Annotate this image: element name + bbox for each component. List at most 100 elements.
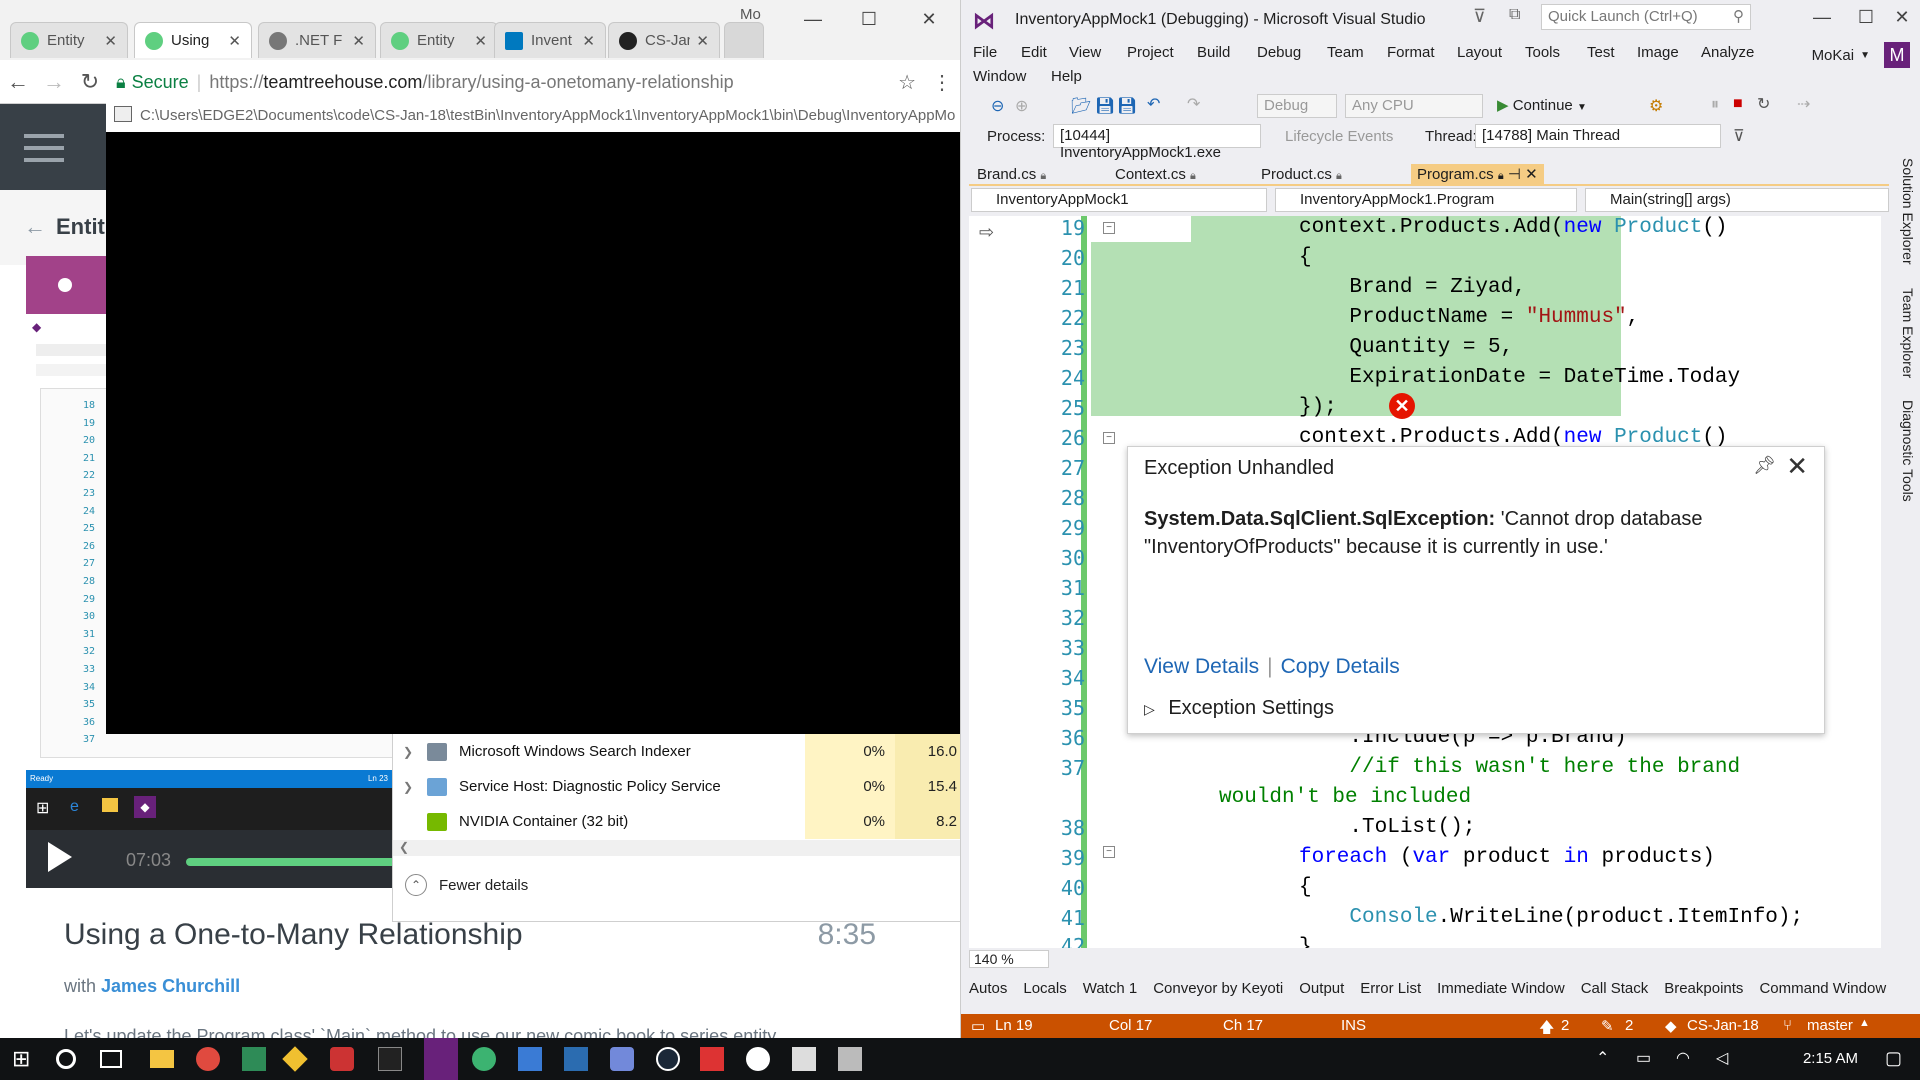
- feedback-icon[interactable]: ⧉: [1509, 6, 1520, 24]
- open-file-icon[interactable]: 📂︎: [1071, 96, 1091, 116]
- horizontal-scrollbar[interactable]: ❮: [393, 840, 960, 856]
- chrome-tab-6[interactable]: CS-Jan ✕: [608, 22, 720, 58]
- app-window-icon[interactable]: [564, 1047, 588, 1071]
- menu-project[interactable]: Project: [1127, 44, 1174, 61]
- minimize-icon[interactable]: —: [1807, 4, 1837, 30]
- menu-test[interactable]: Test: [1587, 44, 1615, 61]
- filter-icon[interactable]: ⊽: [1473, 6, 1486, 27]
- view-details-link[interactable]: View Details: [1144, 655, 1259, 678]
- solution-explorer-tab[interactable]: Solution Explorer: [1900, 158, 1916, 265]
- continue-button[interactable]: ▶ Continue ▼: [1497, 96, 1587, 114]
- back-arrow-icon[interactable]: ←: [24, 214, 46, 240]
- close-icon[interactable]: ✕: [1786, 451, 1808, 482]
- hamburger-menu-icon[interactable]: [24, 134, 64, 138]
- tab-brand-cs[interactable]: Brand.cs 🔒︎: [971, 164, 1052, 186]
- steam-icon[interactable]: [656, 1047, 680, 1071]
- menu-help[interactable]: Help: [1051, 68, 1082, 85]
- tab-breakpoints[interactable]: Breakpoints: [1664, 980, 1743, 1002]
- menu-analyze[interactable]: Analyze: [1701, 44, 1754, 61]
- menu-format[interactable]: Format: [1387, 44, 1435, 61]
- play-icon[interactable]: [48, 842, 72, 872]
- task-view-icon[interactable]: [100, 1050, 122, 1068]
- exception-settings-toggle[interactable]: ▷ Exception Settings: [1144, 697, 1334, 720]
- status-unpushed[interactable]: 2: [1561, 1017, 1569, 1034]
- notepad-icon[interactable]: [242, 1047, 266, 1071]
- xbox-icon[interactable]: [746, 1047, 770, 1071]
- fold-toggle-icon[interactable]: −: [1103, 432, 1115, 444]
- forward-arrow-icon[interactable]: →: [36, 69, 72, 95]
- app-icon[interactable]: [330, 1047, 354, 1071]
- app-window-icon[interactable]: [792, 1047, 816, 1071]
- cortana-icon[interactable]: [56, 1049, 76, 1069]
- console-taskbar-icon[interactable]: [378, 1047, 402, 1071]
- chevron-up-icon[interactable]: ⌃: [1596, 1048, 1609, 1068]
- tab-close-icon[interactable]: ✕: [104, 32, 117, 50]
- teacher-link[interactable]: James Churchill: [101, 976, 240, 996]
- profile-label[interactable]: Mo: [740, 6, 761, 23]
- menu-team[interactable]: Team: [1327, 44, 1364, 61]
- maximize-icon[interactable]: ☐: [854, 6, 884, 32]
- tab-close-icon[interactable]: ✕: [696, 32, 709, 50]
- course-back-label[interactable]: Entit: [56, 214, 105, 240]
- tab-close-icon[interactable]: ✕: [228, 32, 241, 50]
- fold-toggle-icon[interactable]: −: [1103, 222, 1115, 234]
- thread-select[interactable]: [14788] Main Thread: [1475, 124, 1721, 148]
- maximize-icon[interactable]: ☐: [1851, 4, 1881, 30]
- save-icon[interactable]: 💾︎: [1095, 96, 1115, 116]
- back-arrow-icon[interactable]: ←: [0, 69, 36, 95]
- config-select[interactable]: Debug: [1257, 94, 1337, 118]
- clock[interactable]: 2:15 AM: [1803, 1050, 1858, 1067]
- tab-product-cs[interactable]: Product.cs 🔒︎: [1255, 164, 1348, 186]
- fold-toggle-icon[interactable]: −: [1103, 846, 1115, 858]
- tab-command-window[interactable]: Command Window: [1759, 980, 1886, 1002]
- vs-account[interactable]: MoKai ▼ M: [1812, 42, 1910, 68]
- volume-icon[interactable]: ◁: [1716, 1048, 1728, 1068]
- process-row[interactable]: ❯ Service Host: Diagnostic Policy Servic…: [393, 769, 960, 804]
- file-explorer-icon[interactable]: [150, 1050, 174, 1068]
- close-icon[interactable]: ✕: [1887, 4, 1917, 30]
- tab-close-icon[interactable]: ✕: [474, 32, 487, 50]
- lifecycle-events[interactable]: Lifecycle Events: [1285, 128, 1393, 145]
- menu-layout[interactable]: Layout: [1457, 44, 1502, 61]
- chrome-tab-3[interactable]: .NET F ✕: [258, 22, 376, 58]
- chrome-tab-1[interactable]: Entity ✕: [10, 22, 128, 58]
- process-row[interactable]: NVIDIA Container (32 bit) 0% 8.2: [393, 804, 960, 839]
- tab-output[interactable]: Output: [1299, 980, 1344, 1002]
- sourcetree-icon[interactable]: [282, 1046, 308, 1072]
- member-dropdown[interactable]: Main(string[] args): [1585, 188, 1889, 212]
- tab-context-cs[interactable]: Context.cs 🔒︎: [1109, 164, 1202, 186]
- restart-icon[interactable]: ↻: [1757, 94, 1770, 114]
- team-explorer-tab[interactable]: Team Explorer: [1900, 288, 1916, 378]
- reload-icon[interactable]: ↻: [72, 69, 108, 95]
- spotify-icon[interactable]: [472, 1047, 496, 1071]
- expand-caret-icon[interactable]: ❯: [393, 745, 423, 759]
- tab-immediate[interactable]: Immediate Window: [1437, 980, 1565, 1002]
- fewer-details-button[interactable]: ⌃ Fewer details: [405, 874, 528, 896]
- address-bar[interactable]: 🔒︎ Secure | https:// teamtreehouse.com /…: [116, 66, 916, 98]
- chrome-taskbar-icon[interactable]: [196, 1047, 220, 1071]
- show-next-statement-icon[interactable]: ⇢: [1797, 94, 1810, 114]
- class-dropdown[interactable]: InventoryAppMock1.Program: [1275, 188, 1577, 212]
- menu-view[interactable]: View: [1069, 44, 1101, 61]
- chrome-tab-5[interactable]: Invent ✕: [494, 22, 606, 58]
- status-changes[interactable]: 2: [1625, 1017, 1633, 1034]
- project-dropdown[interactable]: InventoryAppMock1: [971, 188, 1267, 212]
- task-manager-icon[interactable]: [838, 1047, 862, 1071]
- close-icon[interactable]: ✕: [914, 6, 944, 32]
- diagnostic-tools-tab[interactable]: Diagnostic Tools: [1900, 400, 1916, 502]
- progress-bar[interactable]: [186, 858, 396, 866]
- close-tab-icon[interactable]: ✕: [1525, 166, 1538, 183]
- wifi-icon[interactable]: ◠: [1676, 1048, 1690, 1068]
- battery-icon[interactable]: ▭: [1636, 1048, 1651, 1068]
- back-nav-icon[interactable]: ⊖: [991, 96, 1004, 116]
- minimize-icon[interactable]: —: [798, 6, 828, 32]
- expand-caret-icon[interactable]: ❯: [393, 780, 423, 794]
- tab-conveyor[interactable]: Conveyor by Keyoti: [1153, 980, 1283, 1002]
- status-branch[interactable]: master: [1807, 1017, 1853, 1034]
- forward-nav-icon[interactable]: ⊕: [1015, 96, 1028, 116]
- pause-icon[interactable]: ⏸︎: [1711, 96, 1719, 114]
- visual-studio-taskbar-icon[interactable]: [424, 1038, 458, 1080]
- notification-icon[interactable]: ▢: [1885, 1048, 1902, 1069]
- app-window-icon[interactable]: [518, 1047, 542, 1071]
- discord-icon[interactable]: [610, 1047, 634, 1071]
